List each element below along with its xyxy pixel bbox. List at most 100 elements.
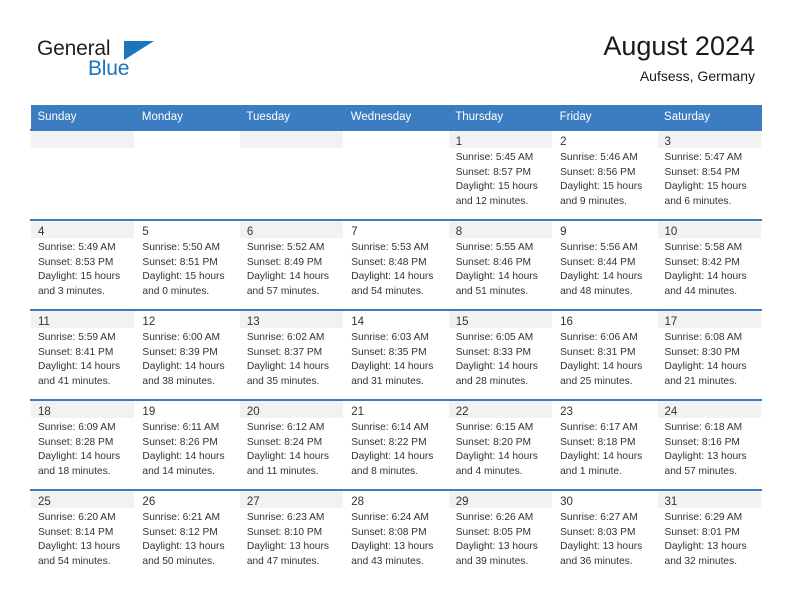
day-cell[interactable]: 2 Sunrise: 5:46 AM Sunset: 8:56 PM Daylight… bbox=[553, 131, 657, 219]
weekday-header-friday: Friday bbox=[552, 105, 658, 130]
sunrise-text: Sunrise: 5:52 AM bbox=[246, 242, 325, 253]
sunset-text: Sunset: 8:30 PM bbox=[664, 346, 740, 358]
day-cell[interactable]: 6 Sunrise: 5:52 AM Sunset: 8:49 PM Daylight… bbox=[239, 221, 344, 309]
daylight-text-line2: and 8 minutes. bbox=[351, 465, 419, 477]
day-number: 12 bbox=[142, 316, 156, 328]
sunrise-text: Sunrise: 5:46 AM bbox=[560, 152, 638, 163]
day-cell[interactable]: 17 Sunrise: 6:08 AM Sunset: 8:30 PM Dayligh… bbox=[657, 311, 761, 399]
calendar-day-cell: 8 Sunrise: 5:55 AM Sunset: 8:46 PM Daylight… bbox=[447, 219, 554, 310]
day-number-band bbox=[344, 131, 447, 148]
daylight-text-line2: and 14 minutes. bbox=[142, 465, 215, 477]
day-number-band: 26 bbox=[135, 491, 239, 508]
day-cell-body: Sunrise: 5:52 AM Sunset: 8:49 PM Daylight:… bbox=[240, 238, 343, 299]
day-cell[interactable]: 13 Sunrise: 6:02 AM Sunset: 8:37 PM Dayligh… bbox=[239, 311, 344, 399]
sunrise-text: Sunrise: 5:59 AM bbox=[38, 332, 116, 343]
sunset-text: Sunset: 8:57 PM bbox=[455, 166, 532, 178]
day-cell[interactable]: 30 Sunrise: 6:27 AM Sunset: 8:03 PM Dayligh… bbox=[553, 491, 657, 579]
day-number: 11 bbox=[38, 316, 50, 328]
daylight-text-line1: Daylight: 14 hours bbox=[246, 451, 329, 463]
daylight-text-line2: and 38 minutes. bbox=[142, 375, 215, 387]
calendar-day-cell: 25 Sunrise: 6:20 AM Sunset: 8:14 PM Dayligh… bbox=[29, 489, 136, 579]
day-cell[interactable]: 27 Sunrise: 6:23 AM Sunset: 8:10 PM Dayligh… bbox=[239, 491, 344, 579]
day-number: 5 bbox=[142, 226, 149, 238]
day-cell[interactable]: 31 Sunrise: 6:29 AM Sunset: 8:01 PM Dayligh… bbox=[657, 491, 761, 579]
day-number-band: 25 bbox=[31, 491, 135, 508]
day-cell[interactable]: 24 Sunrise: 6:18 AM Sunset: 8:16 PM Dayligh… bbox=[657, 401, 761, 489]
day-cell[interactable]: 8 Sunrise: 5:55 AM Sunset: 8:46 PM Daylight… bbox=[448, 221, 553, 309]
day-cell[interactable]: 26 Sunrise: 6:21 AM Sunset: 8:12 PM Dayligh… bbox=[135, 491, 239, 579]
calendar-day-cell: 9 Sunrise: 5:56 AM Sunset: 8:44 PM Daylight… bbox=[552, 219, 658, 310]
day-cell[interactable]: 5 Sunrise: 5:50 AM Sunset: 8:51 PM Daylight… bbox=[135, 221, 239, 309]
day-number-band: 14 bbox=[344, 311, 448, 328]
daylight-text-line1: Daylight: 15 hours bbox=[455, 181, 538, 193]
daylight-text-line2: and 54 minutes. bbox=[38, 555, 111, 567]
day-cell[interactable]: 25 Sunrise: 6:20 AM Sunset: 8:14 PM Dayligh… bbox=[31, 491, 135, 579]
day-cell-body: Sunrise: 5:45 AM Sunset: 8:57 PM Daylight:… bbox=[449, 148, 552, 209]
day-number-band: 15 bbox=[448, 311, 553, 328]
day-cell[interactable]: 28 Sunrise: 6:24 AM Sunset: 8:08 PM Dayligh… bbox=[344, 491, 448, 579]
day-number: 8 bbox=[455, 226, 463, 238]
calendar-day-cell: 28 Sunrise: 6:24 AM Sunset: 8:08 PM Dayligh… bbox=[343, 489, 449, 579]
daylight-text-line1: Daylight: 14 hours bbox=[351, 271, 434, 283]
day-cell[interactable]: 10 Sunrise: 5:58 AM Sunset: 8:42 PM Dayligh… bbox=[657, 221, 761, 309]
empty-day-cell bbox=[344, 131, 448, 219]
day-cell[interactable]: 19 Sunrise: 6:11 AM Sunset: 8:26 PM Dayligh… bbox=[135, 401, 239, 489]
day-number-band: 27 bbox=[239, 491, 344, 508]
daylight-text-line1: Daylight: 15 hours bbox=[142, 271, 225, 283]
daylight-text-line1: Daylight: 14 hours bbox=[455, 361, 538, 373]
day-cell[interactable]: 11 Sunrise: 5:59 AM Sunset: 8:41 PM Dayligh… bbox=[31, 311, 135, 399]
day-number-band: 6 bbox=[239, 221, 344, 238]
sunset-text: Sunset: 8:54 PM bbox=[664, 166, 740, 178]
calendar-day-cell: 18 Sunrise: 6:09 AM Sunset: 8:28 PM Dayligh… bbox=[29, 399, 136, 490]
day-cell[interactable]: 22 Sunrise: 6:15 AM Sunset: 8:20 PM Dayligh… bbox=[448, 401, 553, 489]
sunset-text: Sunset: 8:48 PM bbox=[351, 256, 427, 268]
day-cell[interactable]: 1 Sunrise: 5:45 AM Sunset: 8:57 PM Daylight… bbox=[448, 131, 553, 219]
day-cell[interactable]: 12 Sunrise: 6:00 AM Sunset: 8:39 PM Dayligh… bbox=[135, 311, 239, 399]
day-cell[interactable]: 15 Sunrise: 6:05 AM Sunset: 8:33 PM Dayligh… bbox=[448, 311, 553, 399]
day-cell[interactable]: 14 Sunrise: 6:03 AM Sunset: 8:35 PM Dayligh… bbox=[344, 311, 448, 399]
daylight-text-line2: and 51 minutes. bbox=[455, 285, 529, 297]
general-blue-logo[interactable]: General Blue bbox=[37, 38, 167, 86]
calendar-grid: Sunday Monday Tuesday Wednesday Thursday… bbox=[29, 105, 763, 579]
sunrise-text: Sunrise: 6:12 AM bbox=[246, 422, 325, 433]
daylight-text-line2: and 54 minutes. bbox=[351, 285, 424, 297]
day-cell[interactable]: 9 Sunrise: 5:56 AM Sunset: 8:44 PM Daylight… bbox=[553, 221, 657, 309]
day-number-band: 3 bbox=[657, 131, 761, 148]
calendar-week-row: 1 Sunrise: 5:45 AM Sunset: 8:57 PM Daylight… bbox=[29, 129, 763, 220]
daylight-text-line2: and 1 minute. bbox=[560, 465, 622, 477]
sunset-text: Sunset: 8:39 PM bbox=[142, 346, 218, 358]
day-cell[interactable]: 4 Sunrise: 5:49 AM Sunset: 8:53 PM Daylight… bbox=[31, 221, 135, 309]
day-number: 17 bbox=[664, 316, 678, 328]
sunset-text: Sunset: 8:05 PM bbox=[455, 526, 532, 538]
daylight-text-line2: and 57 minutes. bbox=[664, 465, 738, 477]
sunrise-text: Sunrise: 5:55 AM bbox=[455, 242, 534, 253]
day-cell-body: Sunrise: 6:05 AM Sunset: 8:33 PM Daylight:… bbox=[449, 328, 552, 389]
day-cell[interactable]: 3 Sunrise: 5:47 AM Sunset: 8:54 PM Daylight… bbox=[657, 131, 761, 219]
sunset-text: Sunset: 8:31 PM bbox=[560, 346, 636, 358]
day-number-band: 29 bbox=[448, 491, 553, 508]
day-number-band: 30 bbox=[553, 491, 657, 508]
day-cell-body: Sunrise: 6:00 AM Sunset: 8:39 PM Daylight:… bbox=[135, 328, 238, 389]
day-cell[interactable]: 23 Sunrise: 6:17 AM Sunset: 8:18 PM Dayligh… bbox=[553, 401, 657, 489]
daylight-text-line1: Daylight: 14 hours bbox=[38, 451, 121, 463]
day-cell[interactable]: 20 Sunrise: 6:12 AM Sunset: 8:24 PM Dayligh… bbox=[239, 401, 344, 489]
day-number-band: 10 bbox=[657, 221, 761, 238]
sunrise-text: Sunrise: 6:06 AM bbox=[560, 332, 638, 343]
weekday-header-sunday: Sunday bbox=[30, 105, 135, 130]
calendar-day-cell: 30 Sunrise: 6:27 AM Sunset: 8:03 PM Dayligh… bbox=[552, 489, 658, 579]
day-cell[interactable]: 7 Sunrise: 5:53 AM Sunset: 8:48 PM Daylight… bbox=[344, 221, 448, 309]
day-cell[interactable]: 29 Sunrise: 6:26 AM Sunset: 8:05 PM Dayligh… bbox=[448, 491, 553, 579]
calendar-day-cell: 2 Sunrise: 5:46 AM Sunset: 8:56 PM Daylight… bbox=[552, 129, 658, 220]
day-number-band: 31 bbox=[657, 491, 761, 508]
calendar-day-cell: 3 Sunrise: 5:47 AM Sunset: 8:54 PM Daylight… bbox=[656, 129, 763, 220]
sunset-text: Sunset: 8:37 PM bbox=[246, 346, 323, 358]
day-cell[interactable]: 21 Sunrise: 6:14 AM Sunset: 8:22 PM Dayligh… bbox=[344, 401, 448, 489]
daylight-text-line1: Daylight: 14 hours bbox=[142, 361, 225, 373]
daylight-text-line1: Daylight: 13 hours bbox=[351, 541, 434, 553]
day-cell[interactable]: 16 Sunrise: 6:06 AM Sunset: 8:31 PM Dayligh… bbox=[553, 311, 657, 399]
day-cell[interactable]: 18 Sunrise: 6:09 AM Sunset: 8:28 PM Dayligh… bbox=[31, 401, 135, 489]
sunset-text: Sunset: 8:28 PM bbox=[38, 436, 114, 448]
calendar-week-row: 4 Sunrise: 5:49 AM Sunset: 8:53 PM Daylight… bbox=[29, 219, 763, 310]
daylight-text-line2: and 48 minutes. bbox=[560, 285, 633, 297]
day-cell-body: Sunrise: 6:26 AM Sunset: 8:05 PM Daylight:… bbox=[449, 508, 552, 569]
